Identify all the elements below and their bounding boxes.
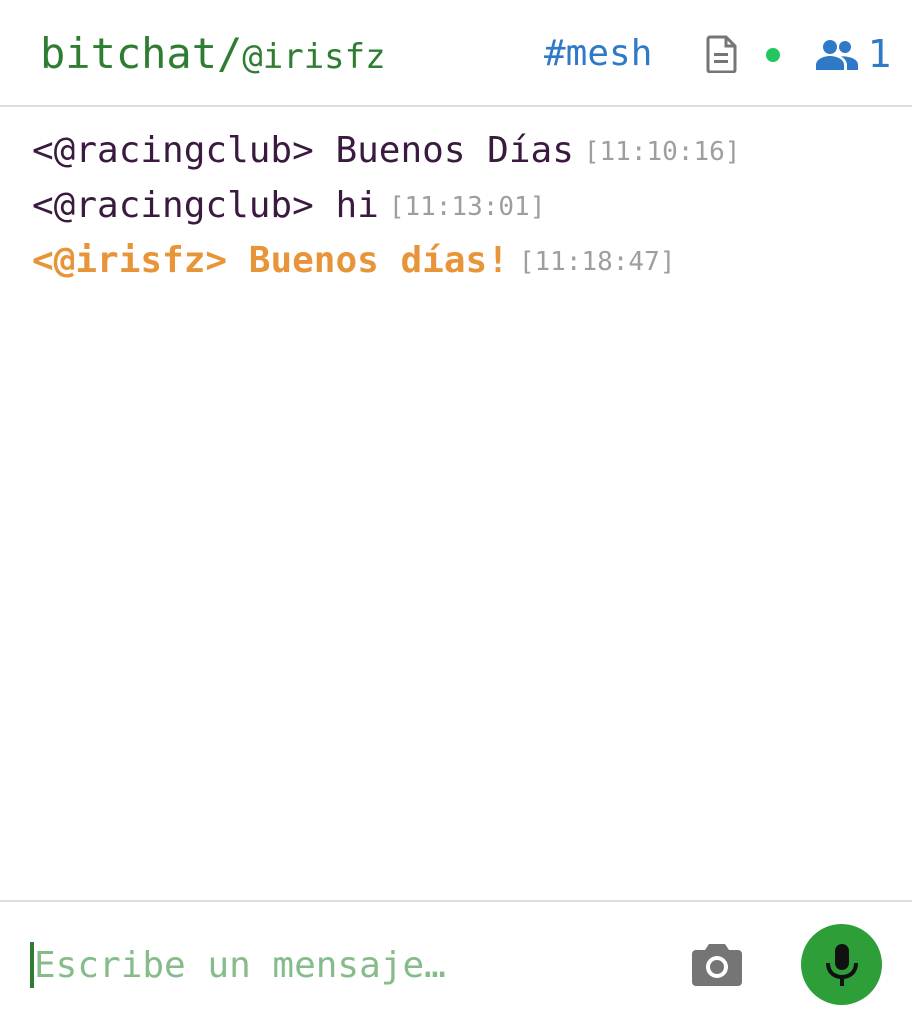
nickname[interactable]: @irisfz xyxy=(242,37,385,77)
app-name: bitchat/ xyxy=(40,29,243,78)
message-input[interactable] xyxy=(34,938,654,992)
message-item: <@racingclub> hi [11:13:01] xyxy=(32,184,545,229)
message-text: Buenos días! xyxy=(248,240,509,281)
message-text: Buenos Días xyxy=(335,130,574,171)
message-timestamp: [11:13:01] xyxy=(388,192,546,222)
online-status-dot xyxy=(766,48,780,62)
chat-header: bitchat/@irisfz #mesh 1 xyxy=(0,0,912,107)
chat-screen: bitchat/@irisfz #mesh 1 <@racingclub> Bu… xyxy=(0,0,912,1024)
message-text: hi xyxy=(335,185,379,226)
people-icon[interactable] xyxy=(816,38,858,72)
document-icon[interactable] xyxy=(706,35,738,74)
camera-icon xyxy=(692,944,742,986)
message-sender[interactable]: <@racingclub> xyxy=(32,185,314,226)
peer-count[interactable]: 1 xyxy=(868,31,892,77)
message-list: <@racingclub> Buenos Días [11:10:16] <@ra… xyxy=(0,108,912,900)
message-item: <@racingclub> Buenos Días [11:10:16] xyxy=(32,129,740,174)
camera-button[interactable] xyxy=(690,940,744,988)
message-sender[interactable]: <@irisfz> xyxy=(32,240,227,281)
message-item-self: <@irisfz> Buenos días! [11:18:47] xyxy=(32,239,675,284)
composer-bar xyxy=(0,900,912,1024)
message-timestamp: [11:18:47] xyxy=(518,247,676,277)
message-timestamp: [11:10:16] xyxy=(583,137,741,167)
app-title[interactable]: bitchat/@irisfz xyxy=(40,28,386,83)
microphone-icon xyxy=(826,944,858,986)
microphone-button[interactable] xyxy=(801,924,882,1005)
message-sender[interactable]: <@racingclub> xyxy=(32,130,314,171)
channel-name[interactable]: #mesh xyxy=(544,31,652,77)
